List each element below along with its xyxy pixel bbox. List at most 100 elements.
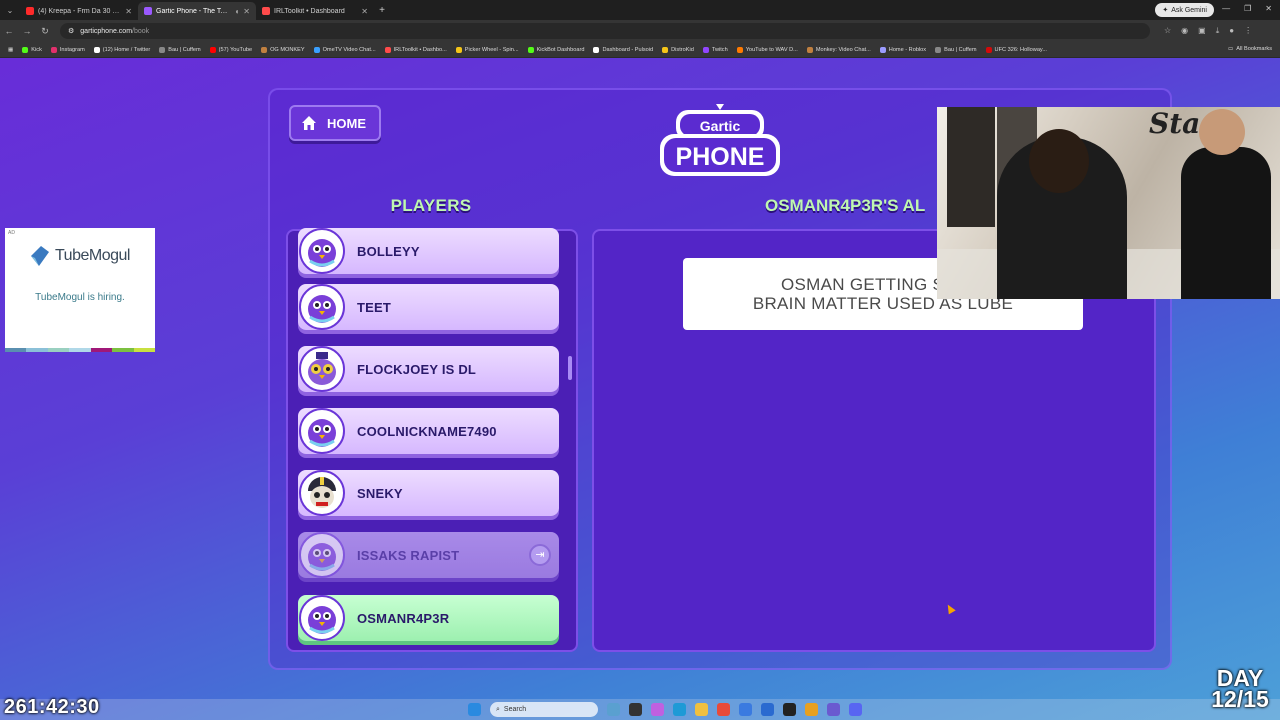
owl-avatar-icon — [299, 346, 345, 392]
bookmark-favicon-icon — [879, 46, 886, 53]
bookmark-favicon-icon — [22, 46, 29, 53]
taskbar-icons: ⌕ Search — [468, 702, 862, 717]
bookmark-label: Twitch — [711, 46, 728, 53]
bird-avatar-icon — [299, 408, 345, 454]
bookmark-item[interactable]: Bau | Cuffem — [935, 46, 977, 53]
gartic-phone-logo: Gartic PHONE — [660, 104, 780, 176]
bookmark-item[interactable]: Picker Wheel - Spin... — [455, 46, 519, 53]
bird-avatar-icon — [299, 228, 345, 274]
home-button[interactable]: HOME — [289, 105, 381, 141]
back-icon[interactable]: ← — [0, 26, 18, 36]
close-tab-icon[interactable]: ✕ — [243, 7, 250, 16]
day-counter: DAY 12/15 — [1208, 667, 1272, 712]
bird-avatar-icon — [299, 595, 345, 641]
bookmark-label: YouTube to WAV D... — [745, 46, 798, 53]
ad-brand: TubeMogul — [29, 244, 130, 268]
bookmark-item[interactable]: UFC 326: Holloway... — [985, 46, 1047, 53]
player-row: SNEKY — [298, 470, 559, 516]
bookmark-item[interactable]: Kick — [22, 46, 42, 53]
bookmark-star-icon[interactable]: ☆ — [1164, 26, 1171, 36]
widgets-icon[interactable] — [607, 703, 620, 716]
stream-timer: 261:42:30 — [4, 696, 100, 718]
player-name: TEET — [357, 299, 392, 315]
edge-icon[interactable] — [673, 703, 686, 716]
ask-gemini-button[interactable]: ✦ Ask Gemini — [1155, 3, 1214, 17]
bookmark-favicon-icon — [527, 46, 534, 53]
download-icon[interactable]: ⤓ — [1216, 26, 1220, 36]
bookmark-item[interactable]: Dashboard - Pulsoid — [593, 46, 654, 53]
close-tab-icon[interactable]: ✕ — [125, 7, 132, 16]
bookmark-label: Monkey: Video Chat... — [815, 46, 871, 53]
bookmark-item[interactable]: OG MONKEY — [261, 46, 305, 53]
player-row: FLOCKJOEY IS DL — [298, 346, 559, 392]
bookmark-label: OmeTV Video Chat... — [322, 46, 376, 53]
bookmark-label: OG MONKEY — [270, 46, 305, 53]
maximize-icon[interactable]: ❐ — [1244, 4, 1251, 13]
bookmark-item[interactable]: Instagram — [50, 46, 85, 53]
bookmark-item[interactable]: Bau | Cuffem — [159, 46, 201, 53]
tab-kreepa[interactable]: (4) Kreepa - Frm Da 30 (Official ✕ — [20, 2, 138, 20]
puzzle-icon[interactable]: ▣ — [1198, 26, 1206, 36]
extension-icon[interactable]: ◉ — [1181, 26, 1188, 36]
players-scrollbar[interactable] — [568, 356, 572, 380]
tab-gartic-phone[interactable]: Gartic Phone - The Telephone ◖ ✕ — [138, 2, 256, 20]
windows-start-icon[interactable] — [468, 703, 481, 716]
bookmark-item[interactable]: Twitch — [702, 46, 728, 53]
url-path: /book — [132, 27, 150, 35]
file-explorer-icon[interactable] — [695, 703, 708, 716]
bookmark-item[interactable]: DistroKid — [662, 46, 694, 53]
close-window-icon[interactable]: ✕ — [1265, 4, 1272, 13]
apps-grid-icon[interactable]: ▦ — [8, 47, 13, 53]
all-bookmarks-button[interactable]: ▭ All Bookmarks — [1228, 46, 1272, 52]
bookmark-label: Dashboard - Pulsoid — [602, 46, 654, 53]
player-row: TEET — [298, 284, 559, 330]
new-tab-icon[interactable]: + — [374, 5, 390, 16]
player-row: COOLNICKNAME7490 — [298, 408, 559, 454]
obs-icon[interactable] — [783, 703, 796, 716]
kebab-menu-icon[interactable]: ⋮ — [1244, 26, 1252, 36]
youtube-favicon-icon — [26, 7, 34, 15]
ad-banner[interactable]: AD TubeMogul TubeMogul is hiring. — [5, 228, 155, 352]
site-info-icon[interactable]: ⚙ — [68, 27, 74, 35]
speaker-icon[interactable]: ◖ — [234, 7, 239, 16]
ad-tag: AD — [8, 230, 15, 236]
store-icon[interactable] — [739, 703, 752, 716]
bird-avatar-icon — [299, 284, 345, 330]
bookmark-favicon-icon — [702, 46, 709, 53]
bookmark-item[interactable]: IRLToolkit • Dashbo... — [384, 46, 447, 53]
bookmark-item[interactable]: (12) Home / Twitter — [93, 46, 151, 53]
copilot-icon[interactable] — [651, 703, 664, 716]
mail-icon[interactable] — [761, 703, 774, 716]
bookmark-favicon-icon — [935, 46, 942, 53]
bookmark-label: Instagram — [59, 46, 85, 53]
url-input[interactable]: ⚙ garticphone.com/book — [60, 23, 1150, 39]
chrome-profile-icon[interactable] — [805, 703, 818, 716]
tab-irltoolkit[interactable]: IRLToolkit • Dashboard ✕ — [256, 2, 374, 20]
bookmark-item[interactable]: KickBot Dashboard — [527, 46, 584, 53]
taskbar-search[interactable]: ⌕ Search — [490, 702, 598, 717]
minimize-icon[interactable]: — — [1222, 4, 1230, 13]
bookmark-item[interactable]: OmeTV Video Chat... — [313, 46, 376, 53]
all-bookmarks-label: All Bookmarks — [1236, 46, 1272, 52]
teams-icon[interactable] — [827, 703, 840, 716]
bookmark-item[interactable]: (57) YouTube — [209, 46, 253, 53]
reload-icon[interactable]: ↻ — [36, 26, 54, 37]
discord-icon[interactable] — [849, 703, 862, 716]
bookmark-item[interactable]: Home - Roblox — [879, 46, 926, 53]
bookmark-item[interactable]: Monkey: Video Chat... — [806, 46, 871, 53]
bookmark-favicon-icon — [384, 46, 391, 53]
task-view-icon[interactable] — [629, 703, 642, 716]
bookmark-label: (57) YouTube — [218, 46, 253, 53]
players-title: PLAYERS — [390, 196, 472, 215]
close-tab-icon[interactable]: ✕ — [361, 7, 368, 16]
bookmark-favicon-icon — [261, 46, 268, 53]
forward-icon[interactable]: → — [18, 26, 36, 36]
chrome-icon[interactable] — [717, 703, 730, 716]
profile-avatar-icon[interactable]: ● — [1229, 26, 1234, 36]
logo-top-text: Gartic — [700, 118, 741, 134]
day-value: 12/15 — [1211, 686, 1269, 712]
bookmark-label: (12) Home / Twitter — [102, 46, 151, 53]
tab-search-icon[interactable]: ⌄ — [0, 6, 20, 15]
player-name: OSMANR4P3R — [357, 610, 450, 626]
bookmark-item[interactable]: YouTube to WAV D... — [736, 46, 798, 53]
